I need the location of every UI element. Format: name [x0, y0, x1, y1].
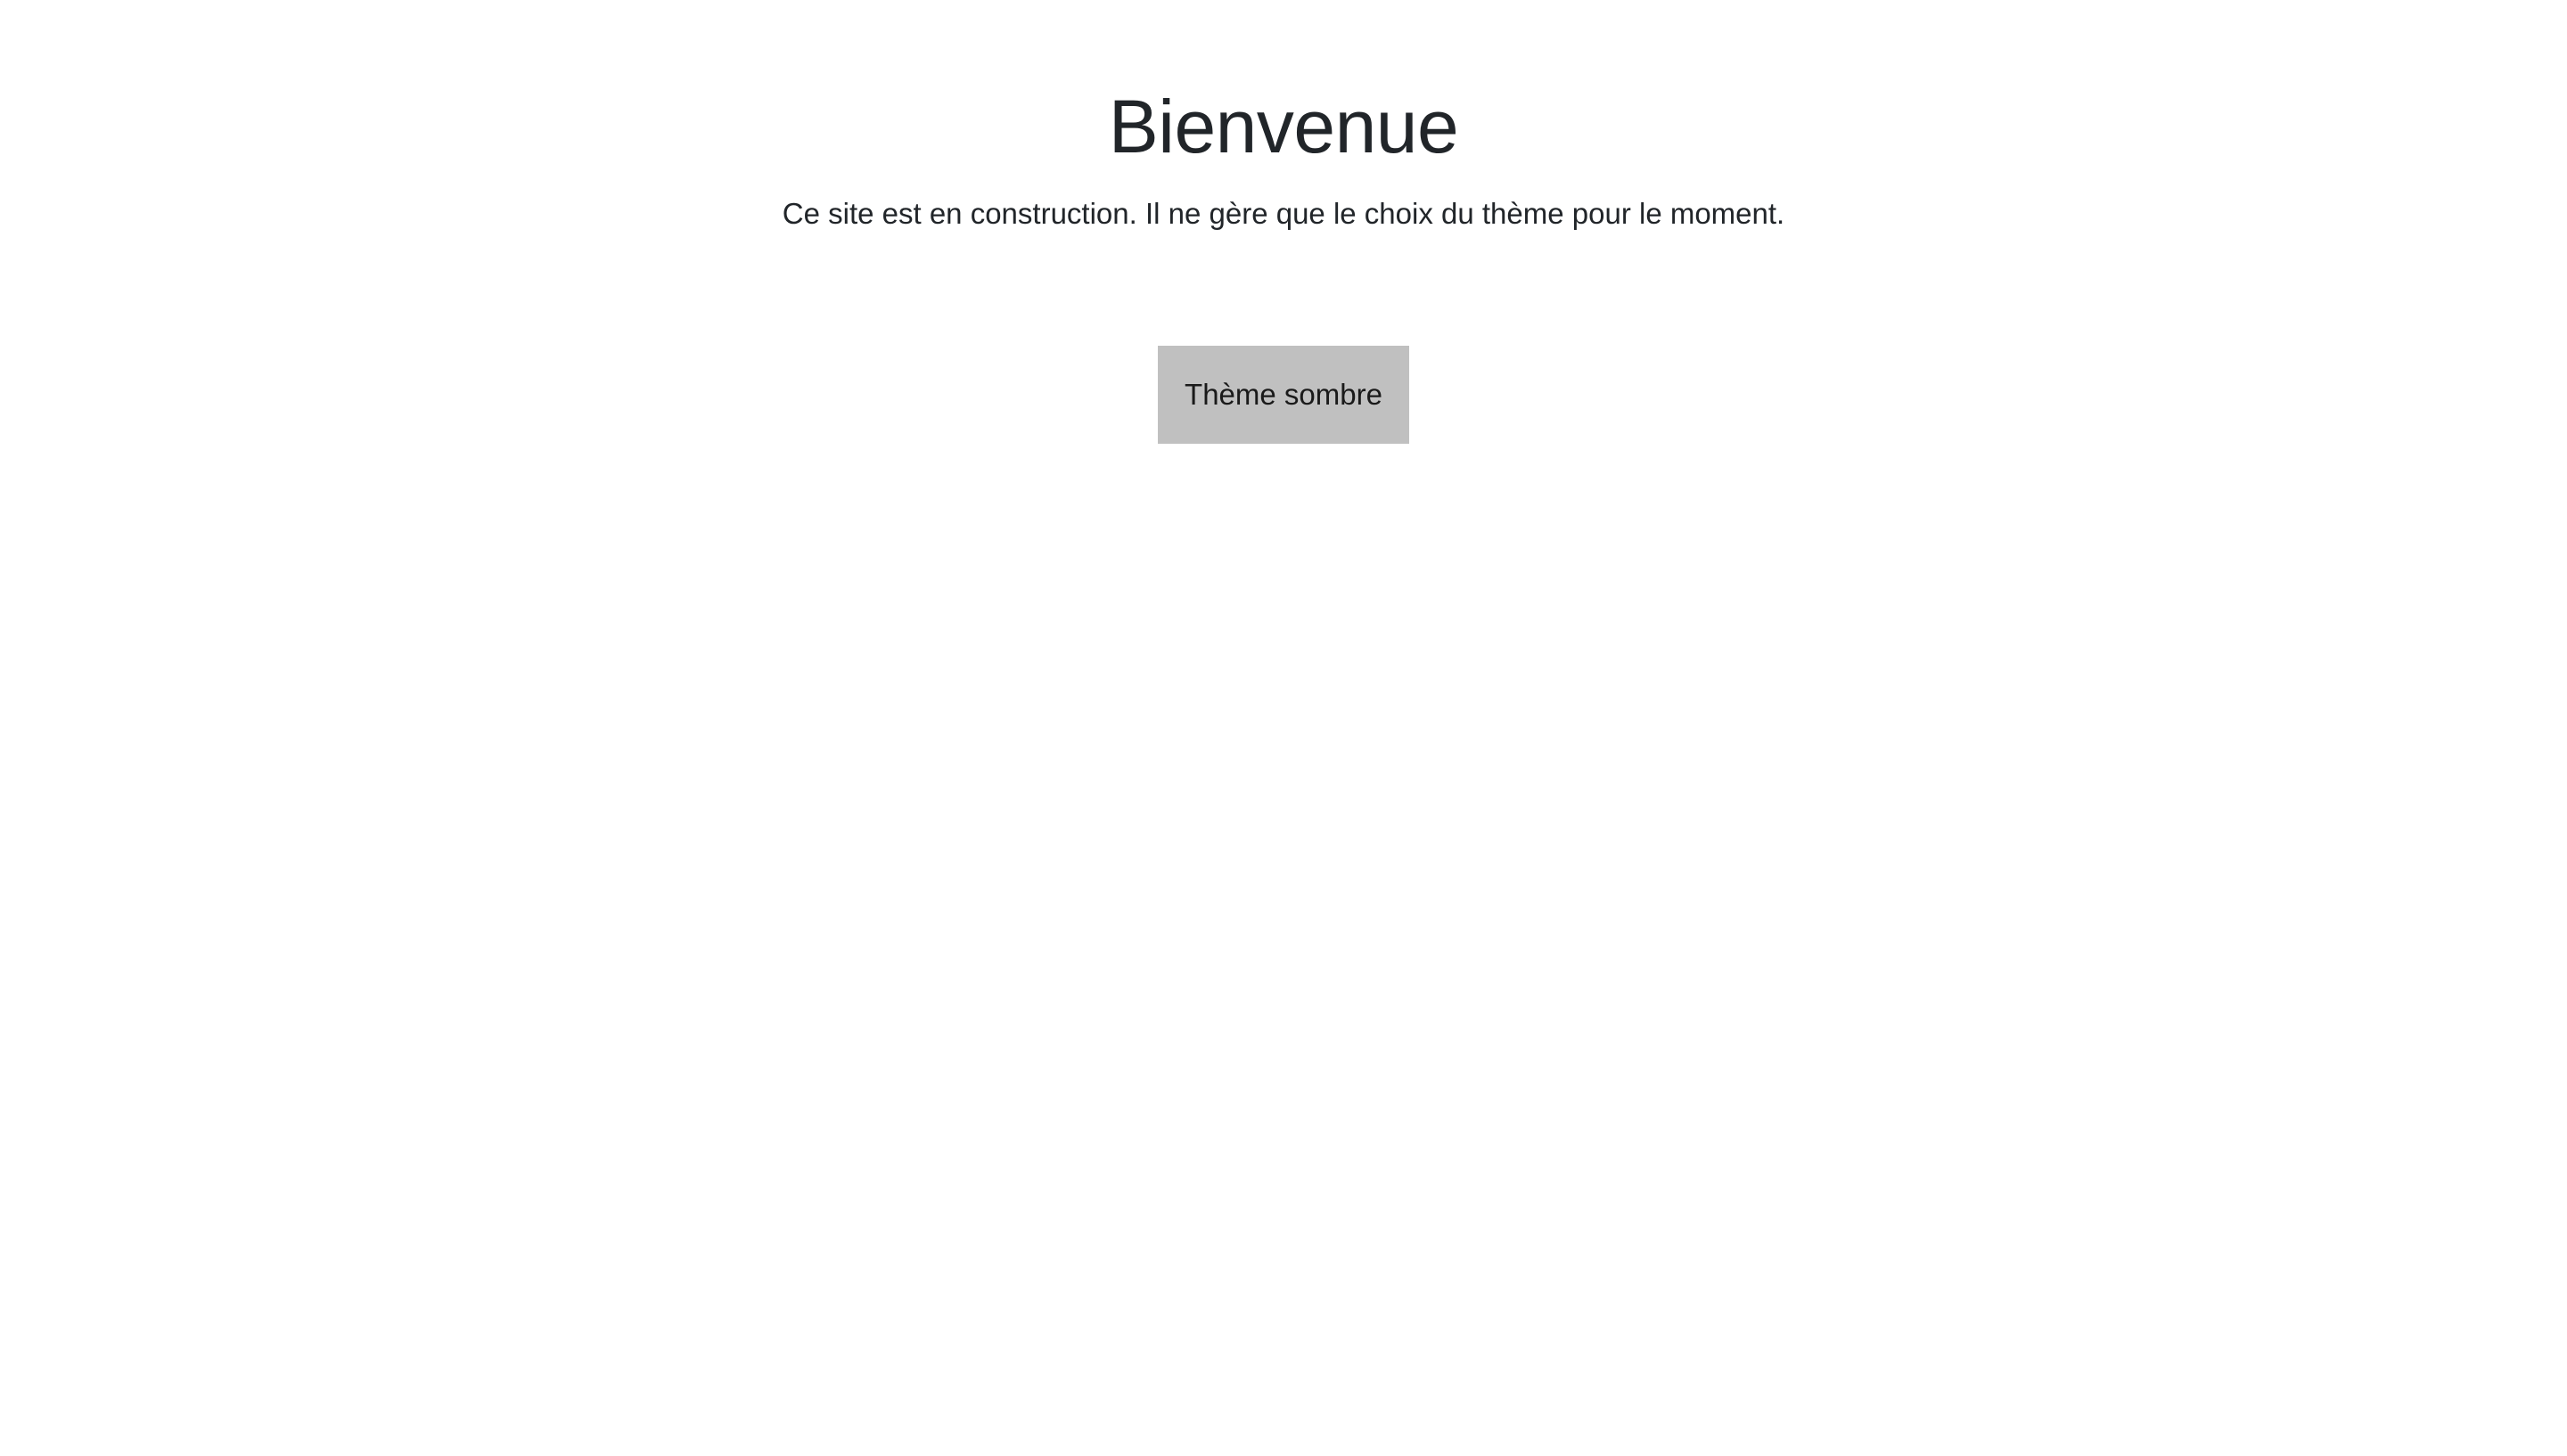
- page-subtitle: Ce site est en construction. Il ne gère …: [782, 197, 1785, 230]
- dark-theme-button[interactable]: Thème sombre: [1158, 346, 1409, 444]
- page: Bienvenue Ce site est en construction. I…: [0, 0, 2567, 1456]
- page-title: Bienvenue: [1108, 85, 1459, 168]
